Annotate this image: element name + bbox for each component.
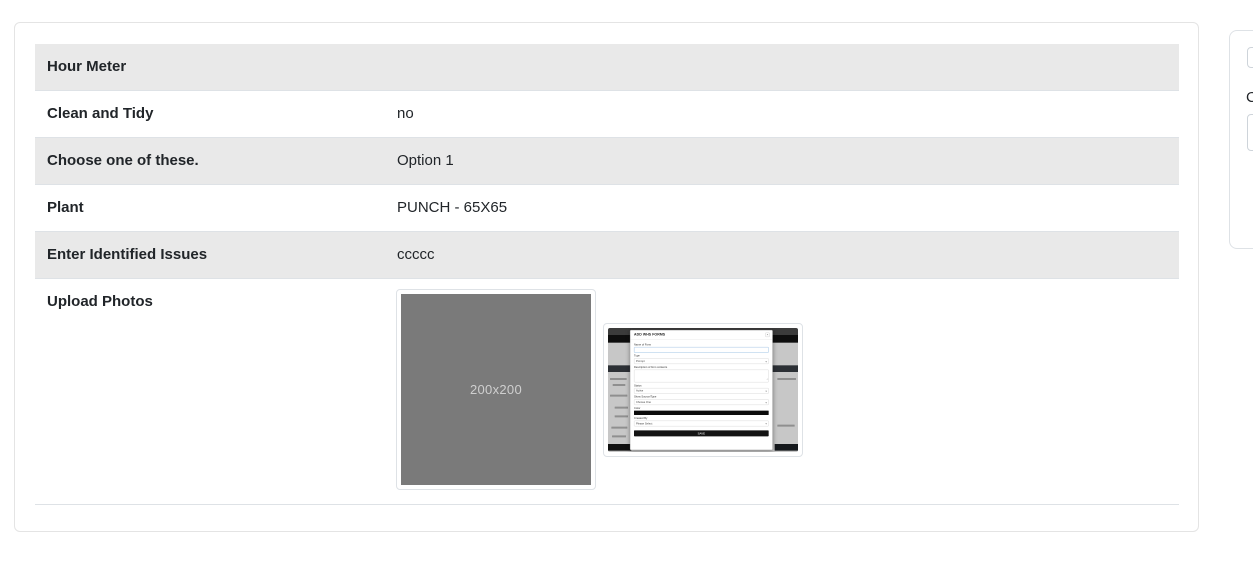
mini-field-label: Status: [634, 384, 769, 387]
mini-screen: ADD WHS FORMS × Name of Form: [608, 328, 798, 452]
chevron-down-icon: ▾: [765, 421, 766, 426]
mini-text-line: [615, 406, 628, 408]
mini-text-line: [613, 384, 626, 386]
mini-modal-body: Name of Form Type Prompt ▾: [630, 339, 772, 438]
mini-field-description: Description of form contents: [634, 365, 769, 382]
detail-row-identified-issues: Enter Identified Issues ccccc: [35, 231, 1179, 278]
row-value: 200x200: [385, 279, 1179, 504]
mini-select: Please Select ▾: [634, 420, 769, 426]
mini-text-line: [615, 415, 628, 417]
mini-field-label: Type: [634, 354, 769, 357]
mini-field-label: Name of Form: [634, 343, 769, 346]
row-label: Enter Identified Issues: [35, 232, 385, 278]
chevron-down-icon: ▾: [765, 400, 766, 405]
chevron-down-icon: ▾: [765, 389, 766, 394]
row-label: Clean and Tidy: [35, 91, 385, 137]
detail-row-upload-photos: Upload Photos 200x200: [35, 278, 1179, 504]
close-icon: ×: [765, 332, 769, 336]
mini-field-color: Color: [634, 406, 769, 414]
row-value: [385, 44, 1179, 90]
modal-screenshot-image: ADD WHS FORMS × Name of Form: [608, 328, 798, 452]
mini-text-line: [777, 424, 794, 426]
mini-select: Active ▾: [634, 388, 769, 394]
detail-row-choose-one: Choose one of these. Option 1: [35, 137, 1179, 184]
mini-text-line: [777, 378, 796, 380]
mini-color-swatch: [634, 410, 769, 414]
mini-modal-header: ADD WHS FORMS ×: [630, 330, 772, 339]
mini-select-value: Please Select: [636, 422, 652, 425]
detail-row-clean-and-tidy: Clean and Tidy no: [35, 90, 1179, 137]
side-panel-card: C: [1229, 30, 1253, 249]
mini-field-name-of-form: Name of Form: [634, 343, 769, 353]
row-value: PUNCH - 65X65: [385, 185, 1179, 231]
mini-field-created-by: Created By Please Select ▾: [634, 416, 769, 426]
photo-thumbnail-placeholder[interactable]: 200x200: [396, 289, 596, 490]
detail-card: Hour Meter Clean and Tidy no Choose one …: [14, 22, 1199, 532]
row-label: Plant: [35, 185, 385, 231]
mini-field-label: Color: [634, 406, 769, 409]
mini-select: Choose One ▾: [634, 399, 769, 405]
mini-select-value: Prompt: [636, 359, 645, 362]
row-label: Hour Meter: [35, 44, 385, 90]
mini-field-label: Created By: [634, 416, 769, 419]
mini-modal-title: ADD WHS FORMS: [630, 330, 772, 339]
row-label: Choose one of these.: [35, 138, 385, 184]
mini-modal: ADD WHS FORMS × Name of Form: [630, 330, 773, 450]
detail-row-hour-meter: Hour Meter: [35, 44, 1179, 90]
mini-field-label: Description of form contents: [634, 365, 769, 368]
mini-field-label: Show Source/Type: [634, 395, 769, 398]
mini-select-value: Choose One: [636, 400, 651, 403]
mini-select: Prompt ▾: [634, 358, 769, 364]
mini-text-line: [610, 394, 627, 396]
mini-field-type: Type Prompt ▾: [634, 354, 769, 364]
mini-save-button: SAVE: [634, 430, 769, 436]
side-panel-label-fragment: C: [1246, 88, 1253, 108]
detail-row-plant: Plant PUNCH - 65X65: [35, 184, 1179, 231]
page: Hour Meter Clean and Tidy no Choose one …: [0, 0, 1253, 562]
mini-text-input: [634, 347, 769, 353]
photo-strip: 200x200: [396, 289, 1167, 490]
mini-text-line: [611, 426, 627, 428]
mini-field-status: Status Active ▾: [634, 384, 769, 394]
detail-table: Hour Meter Clean and Tidy no Choose one …: [35, 44, 1179, 505]
row-value: Option 1: [385, 138, 1179, 184]
row-value: ccccc: [385, 232, 1179, 278]
mini-field-show-source-type: Show Source/Type Choose One ▾: [634, 395, 769, 405]
mini-bottom-bar-left: [608, 444, 631, 451]
mini-text-line: [612, 435, 626, 437]
chevron-down-icon: ▾: [765, 359, 766, 364]
placeholder-image-text: 200x200: [470, 380, 522, 400]
row-value: no: [385, 91, 1179, 137]
placeholder-image: 200x200: [401, 294, 591, 485]
side-panel-button-fragment[interactable]: [1247, 47, 1253, 68]
mini-select-value: Active: [636, 389, 643, 392]
mini-bottom-bar-right: [775, 444, 798, 451]
mini-text-line: [610, 378, 627, 380]
photo-thumbnail-modal-screenshot[interactable]: ADD WHS FORMS × Name of Form: [603, 323, 803, 457]
side-panel-input-fragment[interactable]: [1247, 114, 1253, 151]
mini-textarea: [634, 369, 769, 382]
row-label: Upload Photos: [35, 279, 385, 504]
